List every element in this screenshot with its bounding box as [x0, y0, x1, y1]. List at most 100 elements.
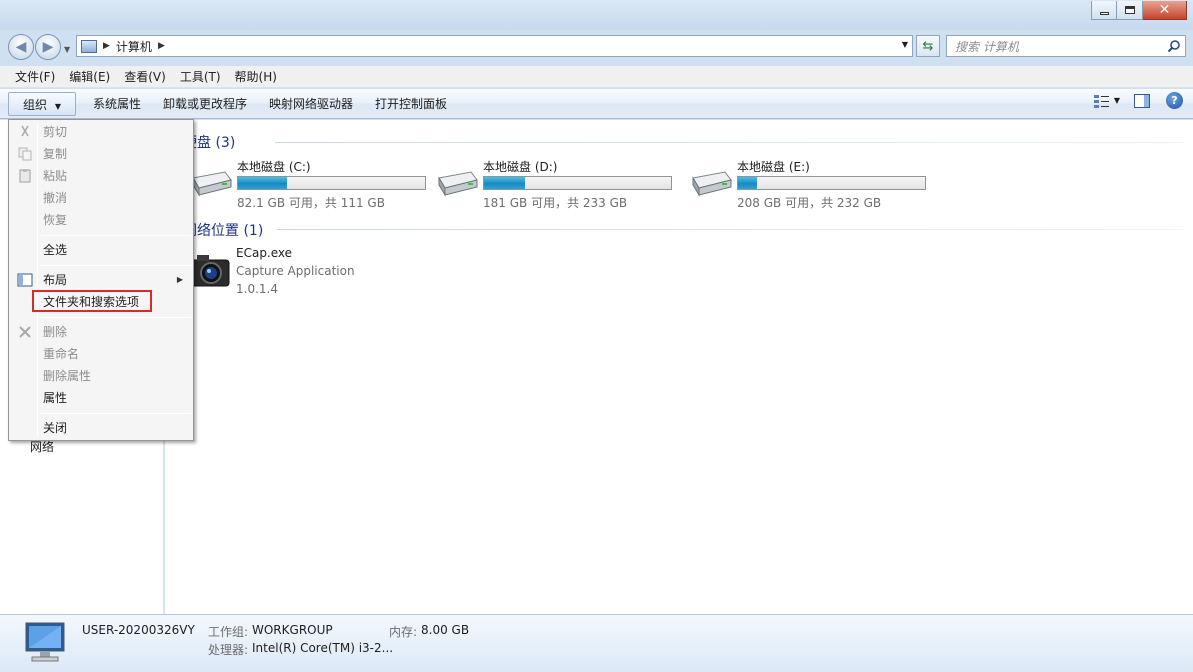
menu-file[interactable]: 文件(F) [8, 68, 62, 85]
menu-item-select-all[interactable]: 全选 [11, 240, 191, 260]
delete-x-icon [19, 326, 31, 338]
open-control-panel-button[interactable]: 打开控制面板 [364, 92, 458, 116]
group-divider [277, 229, 1183, 230]
menu-item-delete[interactable]: 删除 [11, 322, 191, 342]
network-group-title[interactable]: 网络位置 (1) [183, 220, 263, 240]
menu-view[interactable]: 查看(V) [117, 68, 173, 85]
search-icon[interactable] [1167, 39, 1181, 53]
drive-space-info: 208 GB 可用，共 232 GB [737, 196, 882, 210]
organize-label: 组织 [23, 97, 48, 112]
uninstall-program-button[interactable]: 卸载或更改程序 [152, 92, 258, 116]
workgroup-label: 工作组: [208, 625, 249, 639]
change-view-icon[interactable] [1093, 94, 1110, 108]
processor-label: 处理器: [208, 643, 249, 657]
menu-item-label: 属性 [43, 391, 68, 405]
search-input[interactable]: 搜索 计算机 [946, 35, 1186, 57]
breadcrumb-chevron-icon[interactable]: ▶ [158, 41, 165, 51]
copy-icon [18, 147, 32, 161]
network-item-name: ECap.exe [236, 246, 293, 260]
title-bar: ✕ [0, 0, 1193, 30]
menu-item-undo[interactable]: 撤消 [11, 188, 191, 208]
menu-item-layout[interactable]: 布局 ▶ [11, 270, 191, 290]
breadcrumb-computer[interactable]: 计算机 [116, 38, 152, 55]
menu-item-remove-properties[interactable]: 删除属性 [11, 366, 191, 386]
menu-item-cut[interactable]: 剪切 [11, 122, 191, 142]
drive-c[interactable]: 本地磁盘 (C:) 82.1 GB 可用，共 111 GB [189, 158, 439, 210]
menu-item-redo[interactable]: 恢复 [11, 210, 191, 230]
refresh-icon: ⇆ [922, 38, 934, 54]
computer-icon [25, 622, 65, 662]
menu-item-label: 剪切 [43, 125, 68, 139]
menu-item-label: 布局 [43, 273, 68, 287]
processor-value: Intel(R) Core(TM) i3-2... [252, 641, 394, 655]
camera-icon [190, 255, 230, 287]
drive-e[interactable]: 本地磁盘 (E:) 208 GB 可用，共 232 GB [689, 158, 939, 210]
menu-item-close[interactable]: 关闭 [11, 418, 191, 438]
breadcrumb-chevron-icon[interactable]: ▶ [103, 41, 110, 51]
drive-usage-bar [483, 176, 672, 190]
address-bar[interactable]: ▶ 计算机 ▶ ▼ [76, 35, 913, 57]
hard-drive-icon [438, 171, 478, 197]
menu-tools[interactable]: 工具(T) [173, 68, 228, 85]
system-properties-button[interactable]: 系统属性 [82, 92, 152, 116]
memory-label: 内存: [389, 625, 418, 639]
map-network-drive-button[interactable]: 映射网络驱动器 [258, 92, 364, 116]
drive-usage-fill [238, 177, 287, 189]
close-icon: ✕ [1158, 2, 1171, 18]
drive-usage-fill [738, 177, 757, 189]
drive-usage-bar [237, 176, 426, 190]
address-history-dropdown[interactable]: ▼ [902, 40, 908, 49]
view-options-dropdown-icon[interactable]: ▼ [1114, 96, 1120, 105]
annotation-highlight-box [32, 290, 152, 312]
hard-drive-icon [192, 171, 232, 197]
forward-button[interactable]: ▶ [35, 34, 61, 60]
hard-drive-icon [692, 171, 732, 197]
submenu-arrow-icon: ▶ [176, 275, 183, 284]
menu-item-label: 删除属性 [43, 369, 92, 383]
chevron-down-icon: ▼ [54, 101, 61, 111]
search-placeholder: 搜索 计算机 [955, 39, 1019, 54]
drive-name: 本地磁盘 (E:) [737, 160, 810, 174]
network-item-ecap[interactable]: ECap.exe Capture Application 1.0.1.4 [189, 246, 409, 302]
memory-value: 8.00 GB [421, 623, 470, 637]
menu-item-rename[interactable]: 重命名 [11, 344, 191, 364]
command-bar-right: ▼ ? [1093, 92, 1183, 109]
clipboard-icon [19, 169, 31, 183]
refresh-button[interactable]: ⇆ [916, 35, 940, 57]
menu-separator [41, 265, 191, 266]
minimize-button[interactable] [1091, 1, 1117, 20]
menu-item-label: 撤消 [43, 191, 68, 205]
menu-item-label: 复制 [43, 147, 68, 161]
menu-item-label: 重命名 [43, 347, 80, 361]
menu-item-label: 关闭 [43, 421, 68, 435]
drive-space-info: 82.1 GB 可用，共 111 GB [237, 196, 385, 210]
menu-item-properties[interactable]: 属性 [11, 388, 191, 408]
recent-pages-dropdown[interactable]: ▼ [64, 45, 70, 54]
drive-name: 本地磁盘 (D:) [483, 160, 558, 174]
network-item-description: Capture Application [236, 264, 355, 278]
help-icon[interactable]: ? [1166, 92, 1183, 109]
menu-bar: 文件(F) 编辑(E) 查看(V) 工具(T) 帮助(H) [0, 66, 1193, 88]
menu-help[interactable]: 帮助(H) [228, 68, 284, 85]
close-button[interactable]: ✕ [1143, 1, 1187, 20]
back-button[interactable]: ◀ [8, 34, 34, 60]
menu-item-label: 粘贴 [43, 169, 68, 183]
content-area: 硬盘 (3) 本地磁盘 (C:) 82.1 GB 可用，共 111 GB 本地磁… [165, 120, 1193, 614]
group-divider [275, 142, 1183, 143]
workgroup-value: WORKGROUP [252, 623, 333, 637]
computer-small-icon [81, 39, 97, 53]
maximize-icon [1124, 6, 1135, 14]
menu-item-copy[interactable]: 复制 [11, 144, 191, 164]
drive-d[interactable]: 本地磁盘 (D:) 181 GB 可用，共 233 GB [435, 158, 685, 210]
menu-item-label: 恢复 [43, 213, 68, 227]
preview-pane-icon[interactable] [1134, 93, 1150, 108]
menu-edit[interactable]: 编辑(E) [62, 68, 117, 85]
menu-item-label: 全选 [43, 243, 68, 257]
menu-item-paste[interactable]: 粘贴 [11, 166, 191, 186]
drive-usage-fill [484, 177, 526, 189]
organize-button[interactable]: 组织 ▼ [8, 91, 76, 116]
navigation-row: ◀ ▶ ▼ ▶ 计算机 ▶ ▼ ⇆ 搜索 计算机 [0, 30, 1193, 64]
maximize-button[interactable] [1117, 1, 1143, 20]
network-item-version: 1.0.1.4 [236, 282, 278, 296]
window-controls: ✕ [1091, 1, 1187, 20]
